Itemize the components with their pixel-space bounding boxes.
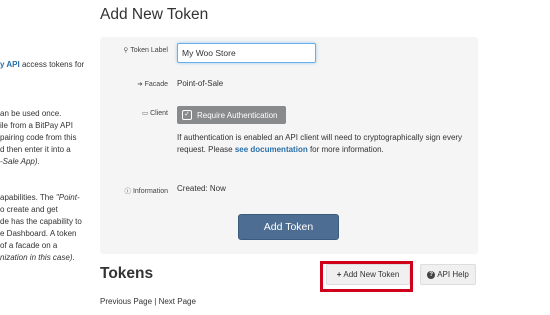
sidebar-line: of a facade on a <box>0 241 58 250</box>
laptop-icon: ▭ <box>141 110 149 117</box>
question-icon: ? <box>427 270 436 279</box>
information-value: Created: Now <box>177 184 226 193</box>
sidebar-line: apabilities. The "Point- <box>0 193 80 202</box>
page-title: Add New Token <box>100 6 209 23</box>
sidebar-line: nization in this case). <box>0 253 75 262</box>
checkbox-icon: ✓ <box>182 110 192 120</box>
sidebar-line: d then enter it into a <box>0 145 71 154</box>
sidebar-help-text: y API access tokens for an be used once.… <box>0 0 90 315</box>
sidebar-line: an be used once. <box>0 109 62 118</box>
sidebar-line: -Sale App). <box>0 157 40 166</box>
sidebar-line: y API access tokens for <box>0 60 85 69</box>
token-label-input[interactable] <box>177 43 316 63</box>
previous-page-link[interactable]: Previous Page <box>100 297 152 306</box>
client-label: ▭ Client <box>141 110 168 117</box>
client-description: If authentication is enabled an API clie… <box>177 133 463 154</box>
add-token-form: ⚲Token Label ➜Facade Point-of-Sale ▭Clie… <box>100 37 478 254</box>
login-icon: ➜ <box>137 81 143 88</box>
information-label: ⓘ Information <box>124 188 168 195</box>
add-token-button[interactable]: Add Token <box>238 214 339 240</box>
tokens-heading: Tokens <box>100 265 154 282</box>
token-label-label: ⚲ Token Label <box>123 47 168 54</box>
pagination: Previous Page | Next Page <box>100 297 196 306</box>
sidebar-line: de has the capability to <box>0 217 82 226</box>
api-help-button[interactable]: ? API Help <box>420 264 476 285</box>
facade-value: Point-of-Sale <box>177 79 224 88</box>
tag-icon: ⚲ <box>123 47 129 54</box>
next-page-link[interactable]: Next Page <box>159 297 196 306</box>
documentation-link[interactable]: see documentation <box>235 145 308 154</box>
sidebar-line: o create and get <box>0 205 58 214</box>
api-link[interactable]: y API <box>0 60 20 69</box>
sidebar-line: e Dashboard. A token <box>0 229 77 238</box>
facade-label: ➜ Facade <box>137 81 168 88</box>
sidebar-line: ile from a BitPay API <box>0 121 73 130</box>
require-authentication-button[interactable]: ✓ Require Authentication <box>177 106 286 124</box>
highlight-annotation <box>320 261 413 292</box>
sidebar-line: pairing code from this <box>0 133 77 142</box>
info-icon: ⓘ <box>124 188 131 195</box>
